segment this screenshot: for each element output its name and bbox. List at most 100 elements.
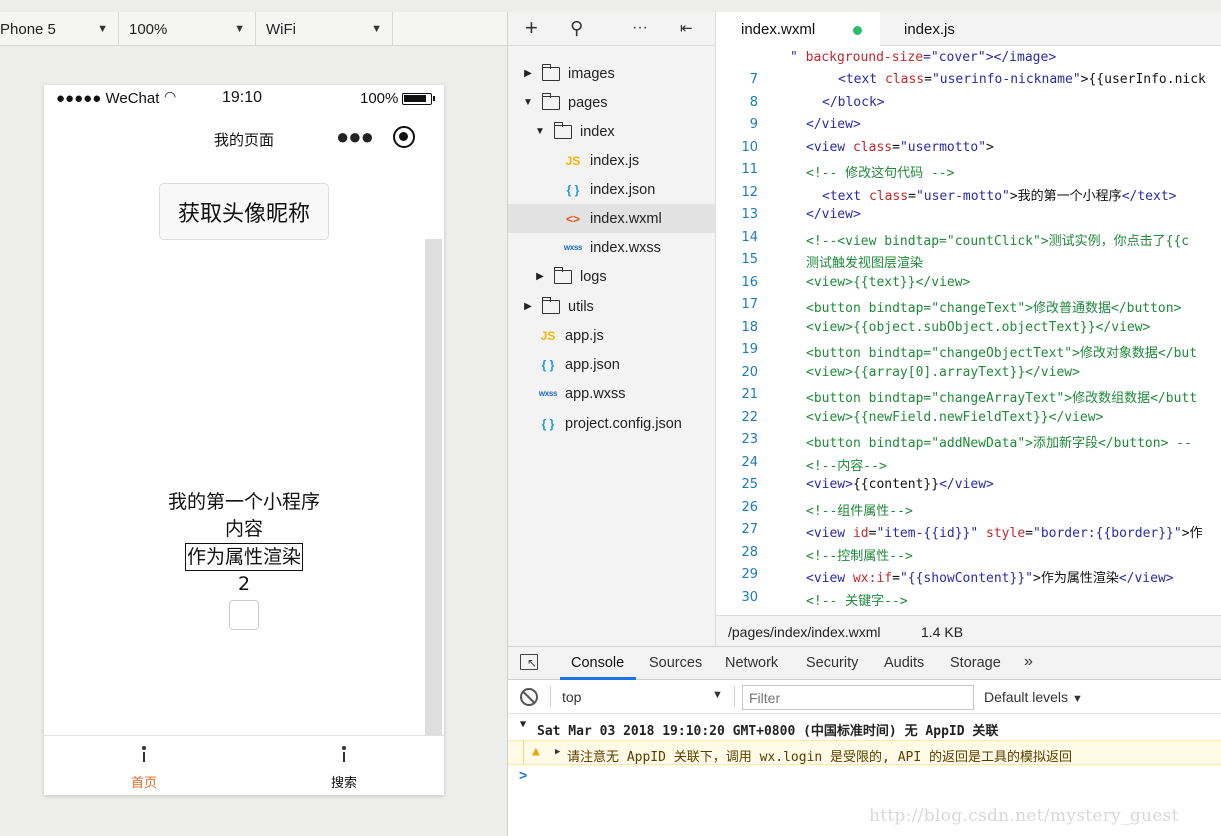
chevron-down-icon: ▼ xyxy=(97,23,108,35)
add-icon[interactable]: + xyxy=(525,15,538,41)
tree-file-index-js[interactable]: JS index.js xyxy=(508,146,716,175)
code-line: 12 <text class="user-motto">我的第一个小程序</te… xyxy=(716,182,1221,204)
tab-sources[interactable]: Sources xyxy=(649,655,702,671)
line-number: 17 xyxy=(741,297,758,312)
nav-bar: 我的页面 ●●● xyxy=(44,115,444,159)
zoom-select[interactable]: 100% ▼ xyxy=(119,12,256,46)
battery-icon xyxy=(402,93,435,105)
folder-open-icon xyxy=(553,121,572,139)
tree-file-app-js[interactable]: JS app.js xyxy=(508,321,716,350)
line-number: 8 xyxy=(749,95,758,110)
warning-text: 请注意无 AppID 关联下，调用 wx.login 是受限的, API 的返回… xyxy=(567,750,1073,765)
tab-search-label: 搜索 xyxy=(330,775,357,790)
chevron-right-icon: ▶ xyxy=(524,68,532,79)
divider xyxy=(550,686,551,708)
tree-item-label: index.wxml xyxy=(590,210,662,227)
context-select[interactable]: top xyxy=(562,689,581,705)
tree-item-label: index.js xyxy=(590,152,640,169)
tree-folder-images[interactable]: ▶ images xyxy=(508,59,716,88)
tab-storage[interactable]: Storage xyxy=(950,655,1001,671)
console-log-group[interactable]: ▼ Sat Mar 03 2018 19:10:20 GMT+0800 (中国标… xyxy=(508,716,1221,740)
chevron-down-icon: ▼ xyxy=(523,97,533,108)
inspect-element-icon[interactable] xyxy=(520,654,538,670)
js-file-icon: JS xyxy=(540,328,556,343)
code-line: 11 <!-- 修改这句代码 --> xyxy=(716,159,1221,181)
tab-index-wxml[interactable]: index.wxml xyxy=(716,12,880,47)
more-icon[interactable]: ··· xyxy=(632,19,648,37)
code-text: <view id="item-{{id}}" style="border:{{b… xyxy=(806,526,1203,541)
chevron-down-icon: ▼ xyxy=(520,719,527,730)
tree-folder-logs[interactable]: ▶ logs xyxy=(508,262,716,291)
line-number: 11 xyxy=(741,162,758,177)
wifi-icon: ◠ xyxy=(164,88,177,104)
tree-item-label: index xyxy=(580,123,615,140)
tab-audits[interactable]: Audits xyxy=(884,655,924,671)
checkbox[interactable] xyxy=(229,600,259,630)
tree-file-index-wxss[interactable]: wxss index.wxss xyxy=(508,233,716,262)
folder-icon xyxy=(541,296,560,314)
line-number: 10 xyxy=(741,140,758,155)
collapse-panel-icon[interactable]: ⇤ xyxy=(680,19,693,37)
tree-item-label: app.wxss xyxy=(565,385,626,402)
tree-folder-index[interactable]: ▼ index xyxy=(508,117,716,146)
code-line: 20 <view>{{array[0].arrayText}}</view> xyxy=(716,362,1221,384)
tab-label: index.wxml xyxy=(741,21,816,38)
tab-network[interactable]: Network xyxy=(725,655,778,671)
network-select[interactable]: WiFi ▼ xyxy=(256,12,393,46)
page-title: 我的页面 xyxy=(213,132,274,149)
chevron-down-icon: ▼ xyxy=(234,23,245,35)
tree-file-project-config[interactable]: { } project.config.json xyxy=(508,409,716,438)
console-prompt-icon[interactable]: > xyxy=(519,767,527,783)
chevron-down-icon: ▼ xyxy=(712,689,723,701)
line-number: 22 xyxy=(741,410,758,425)
modified-dot-icon xyxy=(853,26,862,35)
more-icon[interactable]: ●●● xyxy=(336,124,374,150)
clear-console-icon[interactable] xyxy=(520,688,538,706)
file-size: 1.4 KB xyxy=(921,624,964,640)
chevron-down-icon: ▼ xyxy=(1071,693,1083,705)
code-line: 18 <view>{{object.subObject.objectText}}… xyxy=(716,317,1221,339)
tab-search[interactable]: 搜索 xyxy=(244,736,444,796)
tree-folder-utils[interactable]: ▶ utils xyxy=(508,292,716,321)
tree-item-label: index.json xyxy=(590,181,656,198)
code-area[interactable]: " background-size="cover"></image> 7 <te… xyxy=(716,47,1221,615)
line-number: 27 xyxy=(741,522,758,537)
scrollbar[interactable] xyxy=(425,239,442,735)
tree-item-label: images xyxy=(568,65,615,82)
explorer-toolbar: + ⚲ ··· ⇤ xyxy=(508,12,715,46)
tree-file-index-json[interactable]: { } index.json xyxy=(508,175,716,204)
line-number: 24 xyxy=(741,455,758,470)
filter-input[interactable] xyxy=(742,685,974,710)
line-number: 15 xyxy=(741,252,758,267)
log-levels-select[interactable]: Default levels ▼ xyxy=(984,689,1083,705)
more-tabs-icon[interactable]: » xyxy=(1024,653,1033,671)
code-line: 19 <button bindtap="changeObjectText">修改… xyxy=(716,339,1221,361)
search-icon[interactable]: ⚲ xyxy=(570,18,583,39)
code-line: 9 </view> xyxy=(716,114,1221,136)
tree-file-app-json[interactable]: { } app.json xyxy=(508,350,716,379)
line-number: 21 xyxy=(741,387,758,402)
tab-console[interactable]: Console xyxy=(571,655,624,671)
code-line: 24 <!--内容--> xyxy=(716,452,1221,474)
tab-security[interactable]: Security xyxy=(806,655,858,671)
log-levels-label: Default levels xyxy=(984,689,1069,705)
line-number: 28 xyxy=(741,545,758,560)
js-file-icon: JS xyxy=(565,153,581,168)
record-icon[interactable] xyxy=(393,126,415,148)
line-number: 7 xyxy=(749,72,758,87)
console-warning[interactable]: ▲ ▶ 请注意无 AppID 关联下，调用 wx.login 是受限的, API… xyxy=(508,740,1221,765)
folder-open-icon xyxy=(541,92,560,110)
tree-file-index-wxml[interactable]: <> index.wxml xyxy=(508,204,716,233)
line-number: 20 xyxy=(741,365,758,380)
tab-index-js[interactable]: index.js xyxy=(904,21,955,38)
device-select[interactable]: Phone 5 ▼ xyxy=(0,12,119,46)
chevron-right-icon: ▶ xyxy=(555,747,561,757)
tab-home[interactable]: 首页 xyxy=(44,736,244,796)
tree-file-app-wxss[interactable]: wxss app.wxss xyxy=(508,379,716,408)
code-text: </block> xyxy=(822,95,885,110)
console-filter-bar: top ▼ Default levels ▼ xyxy=(508,680,1221,714)
get-avatar-nickname-button[interactable]: 获取头像昵称 xyxy=(159,183,329,240)
group-indent-line xyxy=(523,741,524,764)
tree-folder-pages[interactable]: ▼ pages xyxy=(508,88,716,117)
code-editor: index.wxml index.js " background-size="c… xyxy=(716,12,1221,646)
